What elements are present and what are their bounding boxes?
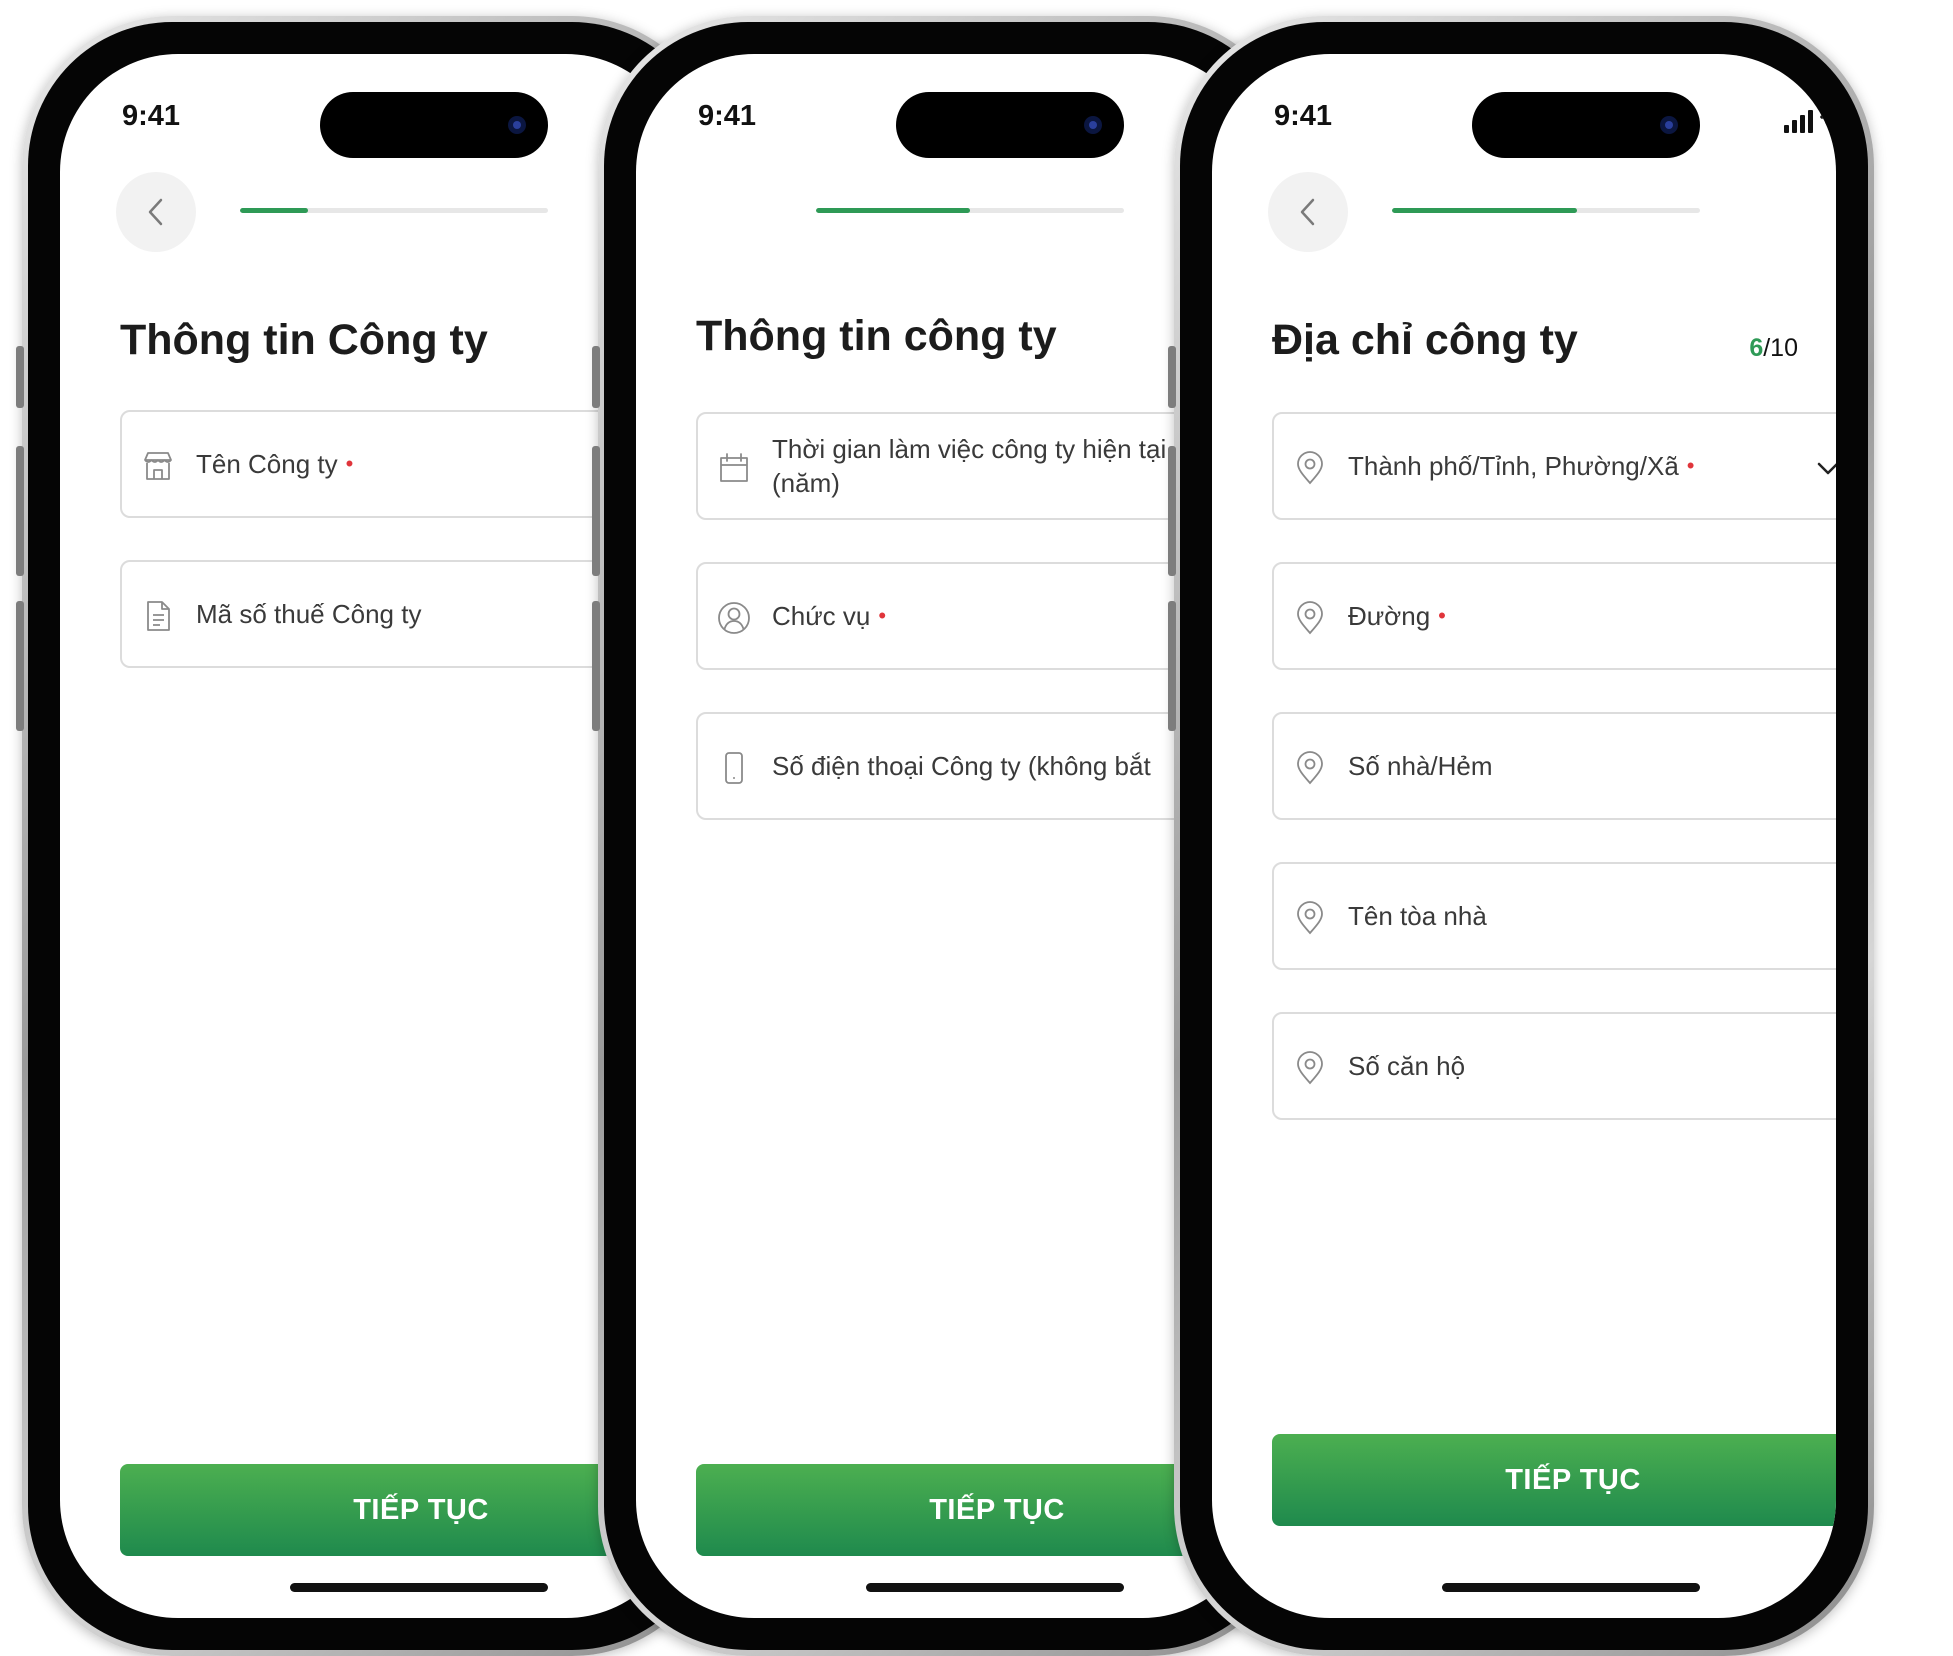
page-title: Thông tin Công ty	[120, 316, 488, 364]
location-pin-icon	[1297, 601, 1323, 635]
step-counter: 6/10	[1749, 334, 1798, 363]
home-indicator	[866, 1583, 1124, 1592]
location-pin-icon	[1297, 1051, 1323, 1085]
camera-icon	[508, 116, 526, 134]
field-label: Chức vụ •	[772, 564, 886, 668]
progress-fill	[240, 208, 308, 213]
location-pin-icon	[1297, 751, 1323, 785]
location-pin-icon	[1297, 451, 1323, 485]
side-button	[1168, 446, 1176, 576]
progress-fill	[1392, 208, 1577, 213]
status-time: 9:41	[1274, 100, 1333, 132]
user-icon	[718, 602, 750, 634]
side-button	[16, 601, 24, 731]
progress-bar	[816, 208, 1124, 213]
chevron-left-icon	[1300, 198, 1315, 226]
side-button	[592, 601, 600, 731]
step-current: 6	[1749, 334, 1764, 362]
calendar-icon	[720, 453, 748, 482]
side-button	[16, 446, 24, 576]
field-label: Thành phố/Tỉnh, Phường/Xã •	[1348, 414, 1694, 518]
screen-company-address: 9:41 Địa chỉ công ty 6/10 Thành phố/Tỉnh…	[1212, 54, 1836, 1618]
field-label-text: Thành phố/Tỉnh, Phường/Xã	[1348, 451, 1679, 481]
signal-icon	[1784, 110, 1813, 133]
field-label: Thời gian làm việc công ty hiện tại (năm…	[772, 414, 1192, 518]
field-label: Mã số thuế Công ty	[196, 599, 422, 629]
side-button	[16, 346, 24, 408]
step-total: /10	[1763, 334, 1798, 362]
building-name-field[interactable]: Tên tòa nhà	[1272, 862, 1836, 970]
store-icon	[144, 452, 172, 480]
required-marker: •	[345, 451, 354, 476]
home-indicator	[290, 1583, 548, 1592]
document-icon	[147, 601, 170, 631]
field-label: Số nhà/Hẻm	[1348, 751, 1493, 781]
back-button[interactable]	[116, 172, 196, 252]
phone-bezel: 9:41 Địa chỉ công ty 6/10 Thành phố/Tỉnh…	[1180, 22, 1868, 1650]
home-indicator	[1442, 1583, 1700, 1592]
field-label: Số điện thoại Công ty (không bắt	[772, 751, 1151, 781]
side-button	[592, 446, 600, 576]
progress-fill	[816, 208, 970, 213]
status-icons	[1784, 110, 1836, 133]
phone-icon	[725, 752, 743, 784]
screen-company-info-2: 9:41 Thông tin công ty Thời gian làm việ…	[636, 54, 1260, 1618]
progress-bar	[240, 208, 548, 213]
status-time: 9:41	[122, 100, 181, 132]
continue-button[interactable]: TIẾP TỤC	[1272, 1434, 1836, 1526]
side-button	[1168, 346, 1176, 408]
house-number-field[interactable]: Số nhà/Hẻm	[1272, 712, 1836, 820]
side-button	[592, 346, 600, 408]
status-time: 9:41	[698, 100, 757, 132]
city-ward-select[interactable]: Thành phố/Tỉnh, Phường/Xã •	[1272, 412, 1836, 520]
street-field[interactable]: Đường •	[1272, 562, 1836, 670]
camera-icon	[1084, 116, 1102, 134]
field-label-text: Chức vụ	[772, 601, 871, 631]
chevron-left-icon	[148, 198, 163, 226]
progress-bar	[1392, 208, 1700, 213]
field-label-text: Tên Công ty	[196, 449, 338, 479]
location-pin-icon	[1297, 901, 1323, 935]
dynamic-island	[1472, 92, 1700, 158]
apartment-number-field[interactable]: Số căn hộ	[1272, 1012, 1836, 1120]
side-button	[1168, 601, 1176, 731]
field-label: Số căn hộ	[1348, 1051, 1466, 1081]
back-button[interactable]	[1268, 172, 1348, 252]
page-title: Thông tin công ty	[696, 312, 1057, 360]
required-marker: •	[878, 603, 887, 628]
camera-icon	[1660, 116, 1678, 134]
dynamic-island	[896, 92, 1124, 158]
required-marker: •	[1686, 453, 1695, 478]
page-title: Địa chỉ công ty	[1272, 316, 1578, 364]
dynamic-island	[320, 92, 548, 158]
field-label-text: Đường	[1348, 601, 1431, 631]
wifi-icon	[1820, 110, 1836, 125]
field-label: Tên tòa nhà	[1348, 901, 1487, 931]
field-label: Tên Công ty •	[196, 412, 353, 516]
phone-frame-3: 9:41 Địa chỉ công ty 6/10 Thành phố/Tỉnh…	[1168, 16, 1874, 1656]
field-label-text: Thời gian làm việc công ty hiện tại (năm…	[772, 434, 1167, 498]
field-label: Đường •	[1348, 564, 1446, 668]
required-marker: •	[1438, 603, 1446, 628]
chevron-down-icon[interactable]	[1814, 454, 1836, 482]
screen-company-info: 9:41 Thông tin Công ty Tên Công ty • Mã s…	[60, 54, 684, 1618]
